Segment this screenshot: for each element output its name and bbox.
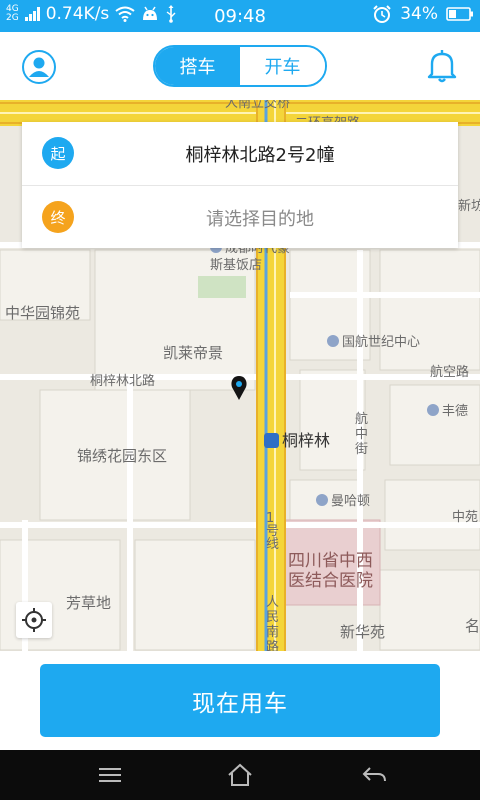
tab-driver[interactable]: 开车 <box>240 47 325 85</box>
park-area <box>198 276 246 298</box>
status-bar: 4G 2G 0.74K/s 09:48 34% <box>0 0 480 32</box>
map-label-bridge: 人南立交桥 <box>225 100 291 111</box>
notifications-button[interactable] <box>426 48 458 84</box>
menu-icon <box>99 768 121 782</box>
map-label-xinhuayuan: 新华苑 <box>340 623 386 641</box>
map-label-hangkong-road: 航空路 <box>430 365 470 380</box>
home-button[interactable] <box>226 762 254 788</box>
app-header: 搭车 开车 <box>0 32 480 100</box>
map-label-edge-ming: 名 <box>465 617 480 635</box>
poi-icon <box>327 335 339 347</box>
user-profile-button[interactable] <box>22 50 56 84</box>
back-button[interactable] <box>360 762 388 788</box>
status-right: 34% <box>372 4 474 24</box>
bottom-action-area: 现在用车 <box>0 651 480 750</box>
map-label-tongzilin-road: 桐梓林北路 <box>90 374 156 389</box>
map-label-kailai: 凯莱帝景 <box>163 344 224 362</box>
tab-passenger[interactable]: 搭车 <box>155 47 240 85</box>
locate-icon <box>22 608 46 632</box>
system-nav-bar <box>0 750 480 800</box>
start-location-row[interactable]: 起 桐梓林北路2号2幢 <box>22 122 458 185</box>
end-badge: 终 <box>42 201 74 233</box>
back-icon <box>362 767 386 782</box>
map-label-edge-zhong: 中苑 <box>452 510 479 525</box>
request-ride-button[interactable]: 现在用车 <box>40 664 440 737</box>
start-location-text: 桐梓林北路2号2幢 <box>185 144 335 166</box>
map-label-manhadun: 曼哈顿 <box>316 490 370 509</box>
map-label-fengde: 丰德 <box>427 400 468 419</box>
metro-icon <box>264 433 279 448</box>
locate-me-button[interactable] <box>16 602 52 638</box>
battery-icon <box>446 7 473 21</box>
poi-icon <box>427 404 439 416</box>
map-label-fangcaodi: 芳草地 <box>66 594 112 612</box>
address-card: 起 桐梓林北路2号2幢 终 请选择目的地 <box>22 122 458 248</box>
bell-icon <box>427 50 457 83</box>
map-label-jinxiu: 锦绣花园东区 <box>77 447 168 465</box>
map-label-airline: 国航世纪中心 <box>327 331 420 350</box>
destination-placeholder: 请选择目的地 <box>206 208 314 230</box>
poi-icon <box>316 494 328 506</box>
map-label-edge-xin: 新坊 <box>458 199 480 214</box>
map-label-hangzhong-street: 航中街 <box>355 412 369 457</box>
map-label-renmin-south: 人民南路 <box>266 595 280 651</box>
map-label-hospital: 四川省中西医结合医院 <box>288 551 373 591</box>
battery-level: 34% <box>400 4 438 24</box>
destination-row[interactable]: 终 请选择目的地 <box>22 185 458 248</box>
map-label-line1: 1号线 <box>266 511 280 552</box>
user-icon <box>28 57 49 77</box>
alarm-icon <box>373 5 391 23</box>
ride-mode-switch: 搭车 开车 <box>153 45 327 87</box>
start-badge: 起 <box>42 137 74 169</box>
map-label-garden: 中华园锦苑 <box>5 304 81 322</box>
menu-button[interactable] <box>96 762 124 788</box>
home-icon <box>228 763 252 786</box>
location-pin <box>231 376 247 400</box>
map-label-station: 桐梓林 <box>264 427 330 451</box>
